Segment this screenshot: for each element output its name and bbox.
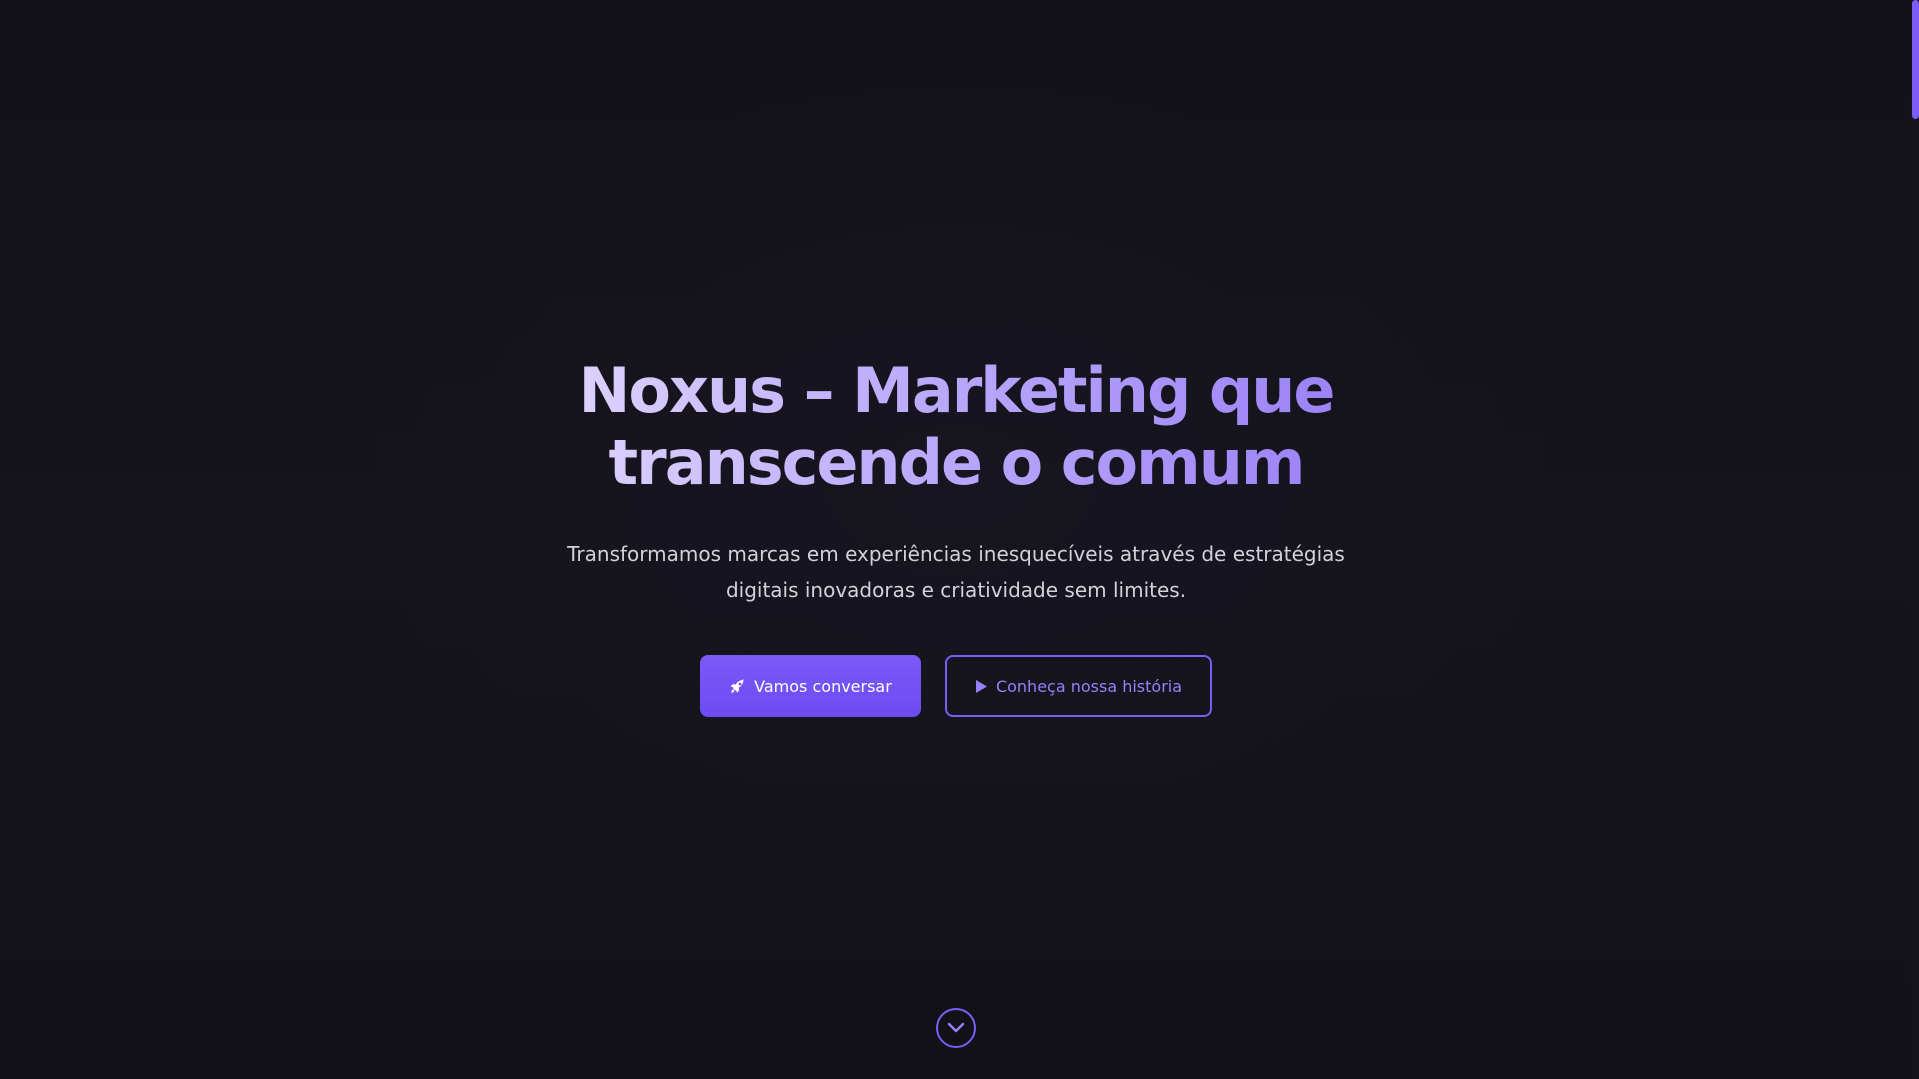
rocket-icon: [729, 678, 746, 695]
lets-talk-button[interactable]: Vamos conversar: [700, 655, 921, 717]
scrollbar-thumb[interactable]: [1912, 0, 1919, 119]
hero-title-line-2: transcende o comum: [608, 426, 1304, 499]
hero-subtitle-line-1: Transformamos marcas em experiências ine…: [567, 542, 1345, 566]
hero-title-line-1: Noxus – Marketing que: [578, 354, 1334, 427]
lets-talk-label: Vamos conversar: [754, 676, 892, 696]
hero-subtitle: Transformamos marcas em experiências ine…: [0, 536, 1912, 608]
hero-subtitle-line-2: digitais inovadoras e criatividade sem l…: [725, 578, 1187, 602]
chevron-down-icon: [947, 1022, 965, 1034]
play-icon: [975, 679, 988, 694]
our-story-button[interactable]: Conheça nossa história: [945, 655, 1212, 717]
scrollbar-track[interactable]: [1911, 0, 1919, 1079]
our-story-label: Conheça nossa história: [995, 676, 1183, 696]
hero-section: Noxus – Marketing que transcende o comum…: [0, 0, 1919, 1079]
hero-title: Noxus – Marketing que transcende o comum: [0, 355, 1912, 499]
scroll-down-button[interactable]: [936, 1008, 976, 1048]
